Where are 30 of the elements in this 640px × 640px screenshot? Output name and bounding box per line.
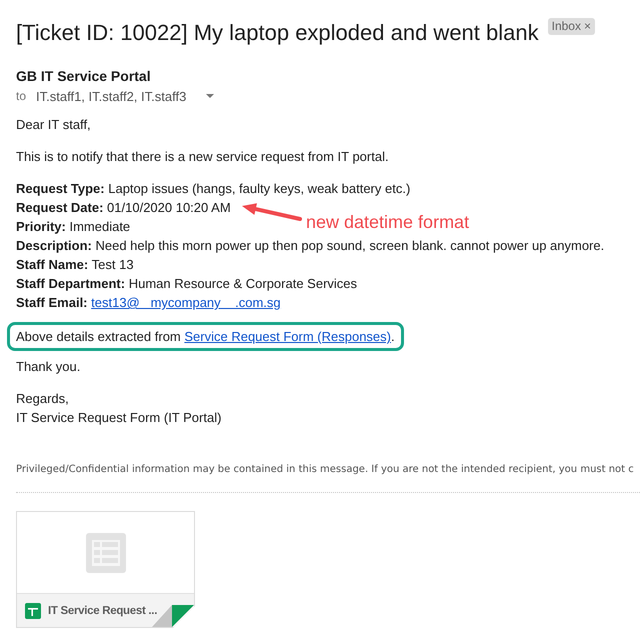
thanks-text: Thank you. bbox=[16, 358, 80, 376]
signature-text: IT Service Request Form (IT Portal) bbox=[16, 409, 222, 427]
request-field: Description: Need help this morn power up then pop sound, screen blank. cannot power up anymore. bbox=[16, 236, 604, 255]
spreadsheet-icon bbox=[86, 532, 126, 572]
disclaimer-text: Privileged/Confidential information may be contained in this message. If you are not the intended recipient, you must not c bbox=[16, 463, 634, 477]
request-field: Staff Department: Human Resource & Corporate Services bbox=[16, 274, 358, 293]
request-field: Staff Name: Test 13 bbox=[16, 255, 134, 274]
form-link[interactable]: Service Request Form (Responses) bbox=[184, 329, 391, 344]
intro-text: This is to notify that there is a new service request from IT portal. bbox=[16, 148, 389, 166]
closing-text: Regards, bbox=[16, 390, 69, 408]
to-label: to bbox=[16, 89, 26, 103]
greeting: Dear IT staff, bbox=[16, 116, 91, 134]
request-field: Request Date: 01/10/2020 10:20 AM bbox=[16, 198, 231, 217]
folded-corner-icon bbox=[152, 605, 194, 627]
request-field: Request Type: Laptop issues (hangs, faulty keys, weak battery etc.) bbox=[16, 179, 410, 198]
annotation-arrow bbox=[241, 202, 302, 222]
recipients: IT.staff1, IT.staff2, IT.staff3 bbox=[36, 88, 186, 104]
attachment-name: IT Service Request ... bbox=[48, 604, 158, 616]
email-link[interactable]: test13@ mycompany .com.sg bbox=[91, 295, 281, 310]
request-field: Priority: Immediate bbox=[16, 217, 130, 236]
label-name: Inbox bbox=[552, 18, 581, 35]
field-label: Staff Email: bbox=[16, 295, 88, 310]
attachment-card[interactable]: IT Service Request ... bbox=[16, 511, 195, 628]
sender-name: GB IT Service Portal bbox=[16, 67, 151, 86]
email-subject: [Ticket ID: 10022] My laptop exploded and went blank bbox=[16, 19, 539, 47]
highlighted-source-note: Above details extracted from Service Request Form (Responses). bbox=[7, 322, 404, 351]
annotation-text: new datetime format bbox=[306, 211, 470, 233]
caret-icon[interactable] bbox=[206, 94, 214, 98]
sheets-icon bbox=[25, 602, 41, 618]
remove-label-button[interactable]: × bbox=[584, 18, 591, 35]
